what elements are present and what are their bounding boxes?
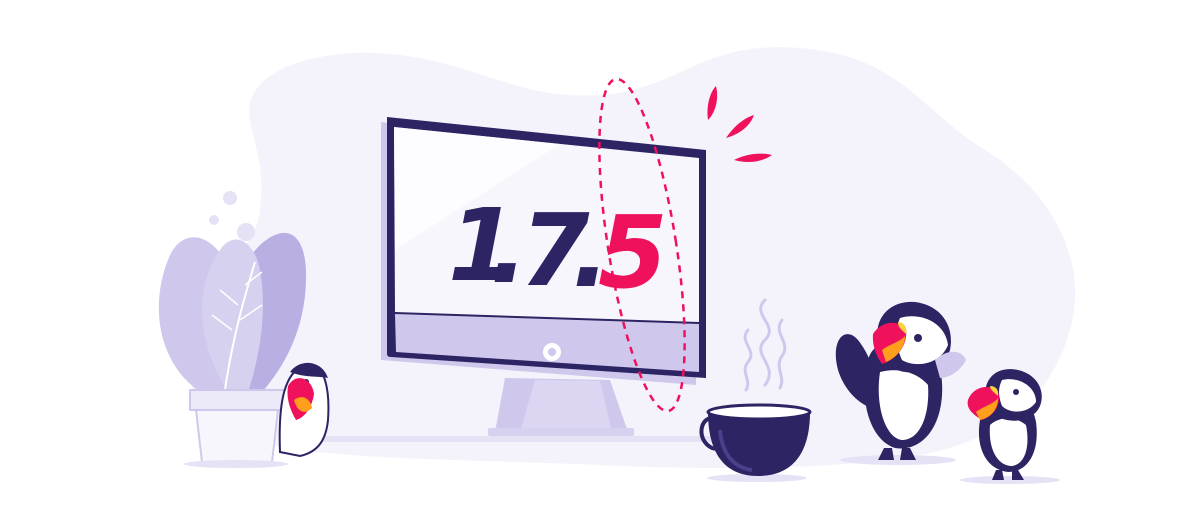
release-illustration: 1 . 7 . 5 (0, 0, 1201, 513)
floor-line (290, 436, 740, 442)
version-patch: 5 (598, 194, 668, 311)
illustration-canvas: 1 . 7 . 5 (158, 47, 1076, 484)
bubbles (209, 191, 255, 241)
version-number: 1 . 7 . 5 (448, 187, 668, 311)
